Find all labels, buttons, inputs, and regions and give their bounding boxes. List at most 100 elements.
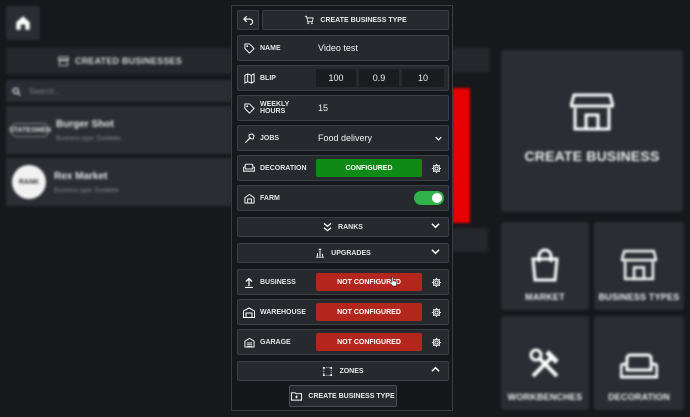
name-label: Name — [260, 44, 281, 52]
decoration-label: Decoration — [608, 392, 670, 402]
folder-plus-icon — [291, 392, 303, 401]
garage-icon — [243, 337, 255, 348]
business-type: Business type: Dudalala — [56, 135, 121, 142]
decoration-tile[interactable]: Decoration — [594, 316, 684, 410]
warehouse-settings-button[interactable] — [426, 307, 446, 318]
warehouse-upgrade-label: Warehouse — [260, 308, 306, 316]
create-business-tile[interactable]: Create business — [501, 50, 683, 212]
garage-upgrade-label: Garage — [260, 338, 291, 346]
cart-icon — [305, 15, 315, 25]
map-icon — [243, 72, 255, 84]
upgrades-label: Upgrades — [331, 249, 371, 257]
hammer-icon — [244, 132, 255, 143]
jobs-label: Jobs — [260, 134, 280, 142]
business-status-button[interactable]: Not configured — [316, 273, 422, 291]
list-item[interactable]: STATESMEN Burger Shot Business type: Dud… — [6, 106, 234, 154]
create-business-type-modal: Create business type Name Video test Bli… — [231, 5, 453, 411]
weekly-hours-row: Weekly hours 15 — [237, 95, 449, 121]
name-input[interactable]: Video test — [316, 43, 446, 53]
back-button[interactable] — [237, 10, 259, 30]
zones-section[interactable]: Zones — [237, 361, 449, 381]
gear-icon — [431, 337, 441, 347]
blip-label: Blip — [260, 74, 276, 82]
barn-icon — [243, 193, 255, 204]
storefront-icon — [570, 93, 614, 131]
chevron-up-icon — [431, 366, 440, 372]
business-name: Burger Shot — [56, 118, 114, 130]
created-businesses-panel: Created Businesses Search... STATESMEN B… — [6, 48, 234, 208]
sofa-icon — [243, 163, 255, 172]
gear-icon — [431, 163, 441, 173]
blip-color-input[interactable]: 10 — [402, 69, 444, 87]
gear-icon — [431, 307, 441, 317]
store-icon — [58, 56, 70, 66]
tag-icon — [243, 42, 255, 54]
tag-icon — [243, 102, 255, 114]
home-button[interactable] — [6, 6, 40, 40]
created-businesses-header: Created Businesses — [6, 48, 234, 74]
market-label: Market — [525, 292, 565, 302]
search-input[interactable]: Search... — [6, 80, 234, 102]
business-upgrade-label: Business — [260, 278, 296, 286]
jobs-selected: Food delivery — [318, 133, 373, 143]
modal-title: Create business type — [262, 10, 449, 30]
workbenches-tile[interactable]: Workbenches — [501, 316, 589, 410]
business-types-tile[interactable]: Business types — [594, 222, 684, 310]
gear-icon — [431, 277, 441, 287]
decoration-label: Decoration — [260, 164, 307, 172]
market-tile[interactable]: Market — [501, 222, 589, 310]
business-types-label: Business types — [598, 292, 680, 302]
farm-toggle[interactable] — [414, 191, 444, 205]
sofa-icon — [620, 353, 658, 379]
chevron-down-icon — [431, 223, 440, 229]
ranks-label: Ranks — [338, 223, 363, 231]
tools-icon — [529, 348, 559, 378]
garage-status-button[interactable]: Not configured — [316, 333, 422, 351]
undo-arrow-icon — [242, 15, 253, 25]
search-icon — [12, 87, 21, 96]
name-row: Name Video test — [237, 35, 449, 61]
home-icon — [16, 16, 30, 30]
arrow-up-icon — [245, 277, 253, 288]
upgrades-section[interactable]: Upgrades — [237, 243, 449, 263]
create-business-label: Create business — [524, 148, 660, 164]
warehouse-upgrade-row: Warehouse Not configured — [237, 299, 449, 325]
jobs-row: Jobs Food delivery — [237, 125, 449, 151]
list-item[interactable]: RANK Rex Market Business type: Dudalala — [6, 158, 234, 206]
created-businesses-title: Created Businesses — [75, 56, 182, 66]
business-type: Business type: Dudalala — [54, 187, 119, 194]
zone-select-icon — [323, 366, 333, 376]
business-logo: RANK — [12, 165, 46, 199]
shopping-bag-icon — [531, 248, 559, 282]
chevron-down-icon — [431, 249, 440, 255]
business-settings-button[interactable] — [426, 277, 446, 288]
zones-label: Zones — [339, 367, 364, 375]
search-placeholder: Search... — [29, 86, 62, 96]
cursor-icon — [389, 276, 397, 287]
garage-upgrade-row: Garage Not configured — [237, 329, 449, 355]
business-upgrade-row: Business Not configured — [237, 269, 449, 295]
weekly-hours-input[interactable]: 15 — [316, 103, 446, 113]
upgrade-chart-icon — [315, 248, 325, 258]
warehouse-status-button[interactable]: Not configured — [316, 303, 422, 321]
weekly-hours-label: Weekly hours — [260, 101, 290, 115]
create-business-type-label: Create business type — [308, 392, 395, 400]
decoration-row: Decoration Configured — [237, 155, 449, 181]
chevron-down-icon — [435, 136, 442, 141]
ranks-section[interactable]: Ranks — [237, 217, 449, 237]
modal-title-text: Create business type — [320, 16, 407, 24]
blip-scale-input[interactable]: 0.9 — [359, 69, 399, 87]
blip-row: Blip 100 0.9 10 — [237, 65, 449, 91]
create-business-type-button[interactable]: Create business type — [289, 385, 397, 407]
business-logo: STATESMEN — [9, 123, 51, 137]
garage-settings-button[interactable] — [426, 337, 446, 348]
chevrons-down-icon — [323, 222, 332, 232]
decoration-settings-button[interactable] — [426, 163, 446, 174]
blip-sprite-input[interactable]: 100 — [316, 69, 356, 87]
decoration-status-button[interactable]: Configured — [316, 159, 422, 177]
jobs-select[interactable]: Food delivery — [316, 129, 446, 147]
warehouse-icon — [243, 306, 255, 318]
workbenches-label: Workbenches — [507, 392, 583, 402]
farm-row: Farm — [237, 185, 449, 211]
storefront-icon — [621, 249, 657, 281]
